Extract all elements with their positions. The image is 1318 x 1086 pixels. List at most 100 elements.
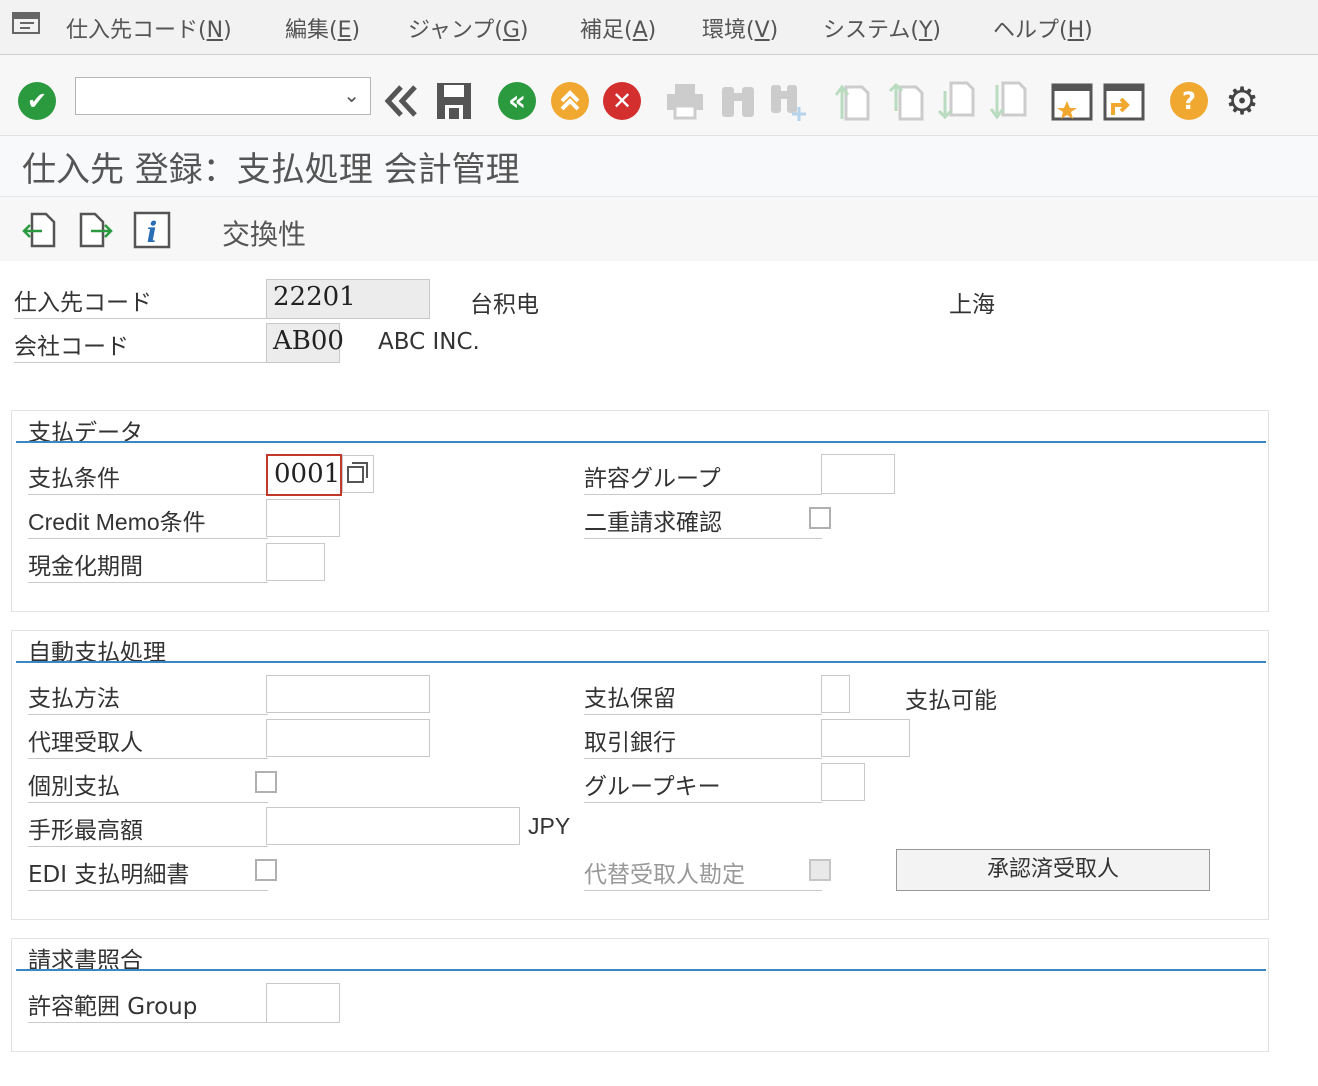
tolerance-range-group-field[interactable] <box>266 983 340 1023</box>
command-field[interactable]: ⌄ <box>75 77 371 115</box>
find-next-icon <box>771 85 806 121</box>
menu-edit[interactable]: 編集(E) <box>285 12 360 44</box>
payment-terms-label: 支払条件 <box>28 455 268 495</box>
payment-terms-field[interactable]: 0001 <box>266 454 342 496</box>
exit-icon <box>551 82 589 120</box>
application-toolbar: i 交換性 <box>0 196 1318 262</box>
grouping-key-label: グループキー <box>584 763 822 803</box>
standard-toolbar: ✔ ⌄ « ✕ ? ⚙ <box>0 55 1318 136</box>
vendor-label: 仕入先コード <box>14 279 266 319</box>
company-code-field[interactable]: AB00 <box>266 323 344 363</box>
payment-method-label: 支払方法 <box>28 675 268 715</box>
section-divider <box>16 441 1266 443</box>
alternate-payee-label: 代理受取人 <box>28 719 268 759</box>
menu-system[interactable]: システム(Y) <box>823 12 941 44</box>
menu-vendor[interactable]: 仕入先コード(N) <box>66 12 232 44</box>
svg-text:i: i <box>147 216 158 249</box>
payment-data-section: 支払データ 支払条件 0001 Credit Memo条件 現金化期間 許容グル… <box>11 410 1269 612</box>
credit-memo-terms-field[interactable] <box>266 499 340 537</box>
double-chevron-left-icon <box>384 85 417 117</box>
individual-payment-label: 個別支払 <box>28 763 268 803</box>
menu-icon[interactable] <box>12 12 40 34</box>
last-page-icon <box>989 81 1027 120</box>
permitted-payee-button[interactable]: 承認済受取人 <box>896 849 1210 891</box>
find-next-button <box>766 79 810 123</box>
house-bank-field[interactable] <box>821 719 910 757</box>
vendor-city: 上海 <box>949 292 995 318</box>
help-button[interactable]: ? <box>1167 79 1211 123</box>
menu-help[interactable]: ヘルプ(H) <box>993 12 1093 44</box>
chevron-down-icon[interactable]: ⌄ <box>343 83 360 107</box>
double-invoice-checkbox[interactable] <box>809 507 831 529</box>
next-screen-icon[interactable] <box>77 211 115 249</box>
exchangeability-button[interactable]: 交換性 <box>222 213 306 253</box>
auto-payment-section: 自動支払処理 支払方法 代理受取人 個別支払 手形最高額 JPY EDI 支払明… <box>11 630 1269 920</box>
back-icon: « <box>498 82 536 120</box>
company-code-label: 会社コード <box>14 323 266 363</box>
payment-block-field[interactable] <box>821 675 850 713</box>
new-window-icon <box>1051 83 1093 121</box>
edi-remittance-checkbox[interactable] <box>255 859 277 881</box>
next-page-icon <box>937 81 975 120</box>
payment-block-text: 支払可能 <box>905 688 997 714</box>
double-invoice-label: 二重請求確認 <box>584 499 822 539</box>
print-button <box>663 79 707 123</box>
main-content: 仕入先コード 22201 台积电 上海 会社コード AB00 ABC INC. … <box>0 261 1318 1086</box>
tolerance-group-label: 許容グループ <box>584 455 822 495</box>
payment-method-field[interactable] <box>266 675 430 713</box>
back-button[interactable]: « <box>495 79 539 123</box>
bill-limit-currency: JPY <box>528 813 571 839</box>
cancel-button[interactable]: ✕ <box>600 79 644 123</box>
cancel-icon: ✕ <box>603 82 641 120</box>
menu-bar: 仕入先コード(N) 編集(E) ジャンプ(G) 補足(A) 環境(V) システム… <box>0 0 1318 55</box>
bill-limit-label: 手形最高額 <box>28 807 268 847</box>
exit-button[interactable] <box>548 79 592 123</box>
generate-shortcut-button[interactable] <box>1102 79 1146 123</box>
settings-button[interactable]: ⚙ <box>1220 79 1264 123</box>
tolerance-range-group-label: 許容範囲 Group <box>28 983 268 1023</box>
house-bank-label: 取引銀行 <box>584 719 822 759</box>
previous-page-button <box>884 79 928 123</box>
create-session-button[interactable] <box>1050 79 1094 123</box>
alternate-payee-field[interactable] <box>266 719 430 757</box>
grouping-key-field[interactable] <box>821 763 865 801</box>
section-divider <box>16 969 1266 971</box>
previous-screen-icon[interactable] <box>20 211 58 249</box>
info-icon[interactable]: i <box>133 211 171 249</box>
collapse-command-button[interactable] <box>380 79 424 123</box>
previous-page-icon <box>888 82 924 121</box>
menu-environment[interactable]: 環境(V) <box>702 12 778 44</box>
alternate-payee-in-doc-checkbox <box>809 859 831 881</box>
vendor-field[interactable]: 22201 <box>266 279 430 319</box>
tolerance-group-field[interactable] <box>821 454 895 494</box>
help-icon: ? <box>1170 82 1208 120</box>
check-cashing-field[interactable] <box>266 543 325 581</box>
edi-remittance-label: EDI 支払明細書 <box>28 851 268 891</box>
value-help-icon[interactable] <box>342 455 374 493</box>
gear-icon: ⚙ <box>1224 79 1260 123</box>
next-page-button <box>935 79 979 123</box>
company-name: ABC INC. <box>378 329 480 355</box>
alternate-payee-in-doc-label: 代替受取人勘定 <box>584 851 822 891</box>
binoculars-icon <box>722 87 754 117</box>
print-icon <box>667 84 703 120</box>
shortcut-icon <box>1103 83 1145 121</box>
section-divider <box>16 661 1266 663</box>
vendor-name: 台积电 <box>470 292 539 318</box>
find-button <box>716 79 760 123</box>
enter-button[interactable]: ✔ <box>15 79 59 123</box>
menu-goto[interactable]: ジャンプ(G) <box>408 12 528 44</box>
first-page-button <box>830 79 874 123</box>
bill-limit-field[interactable] <box>266 807 520 845</box>
check-cashing-label: 現金化期間 <box>28 543 268 583</box>
last-page-button <box>987 79 1031 123</box>
credit-memo-terms-label: Credit Memo条件 <box>28 499 268 539</box>
menu-extras[interactable]: 補足(A) <box>580 12 656 44</box>
page-title: 仕入先 登録：支払処理 会計管理 <box>22 150 520 190</box>
save-button[interactable] <box>432 79 476 123</box>
individual-payment-checkbox[interactable] <box>255 771 277 793</box>
save-icon <box>437 83 471 119</box>
invoice-verification-section: 請求書照合 許容範囲 Group <box>11 938 1269 1052</box>
check-icon: ✔ <box>18 82 56 120</box>
first-page-icon <box>834 84 870 121</box>
